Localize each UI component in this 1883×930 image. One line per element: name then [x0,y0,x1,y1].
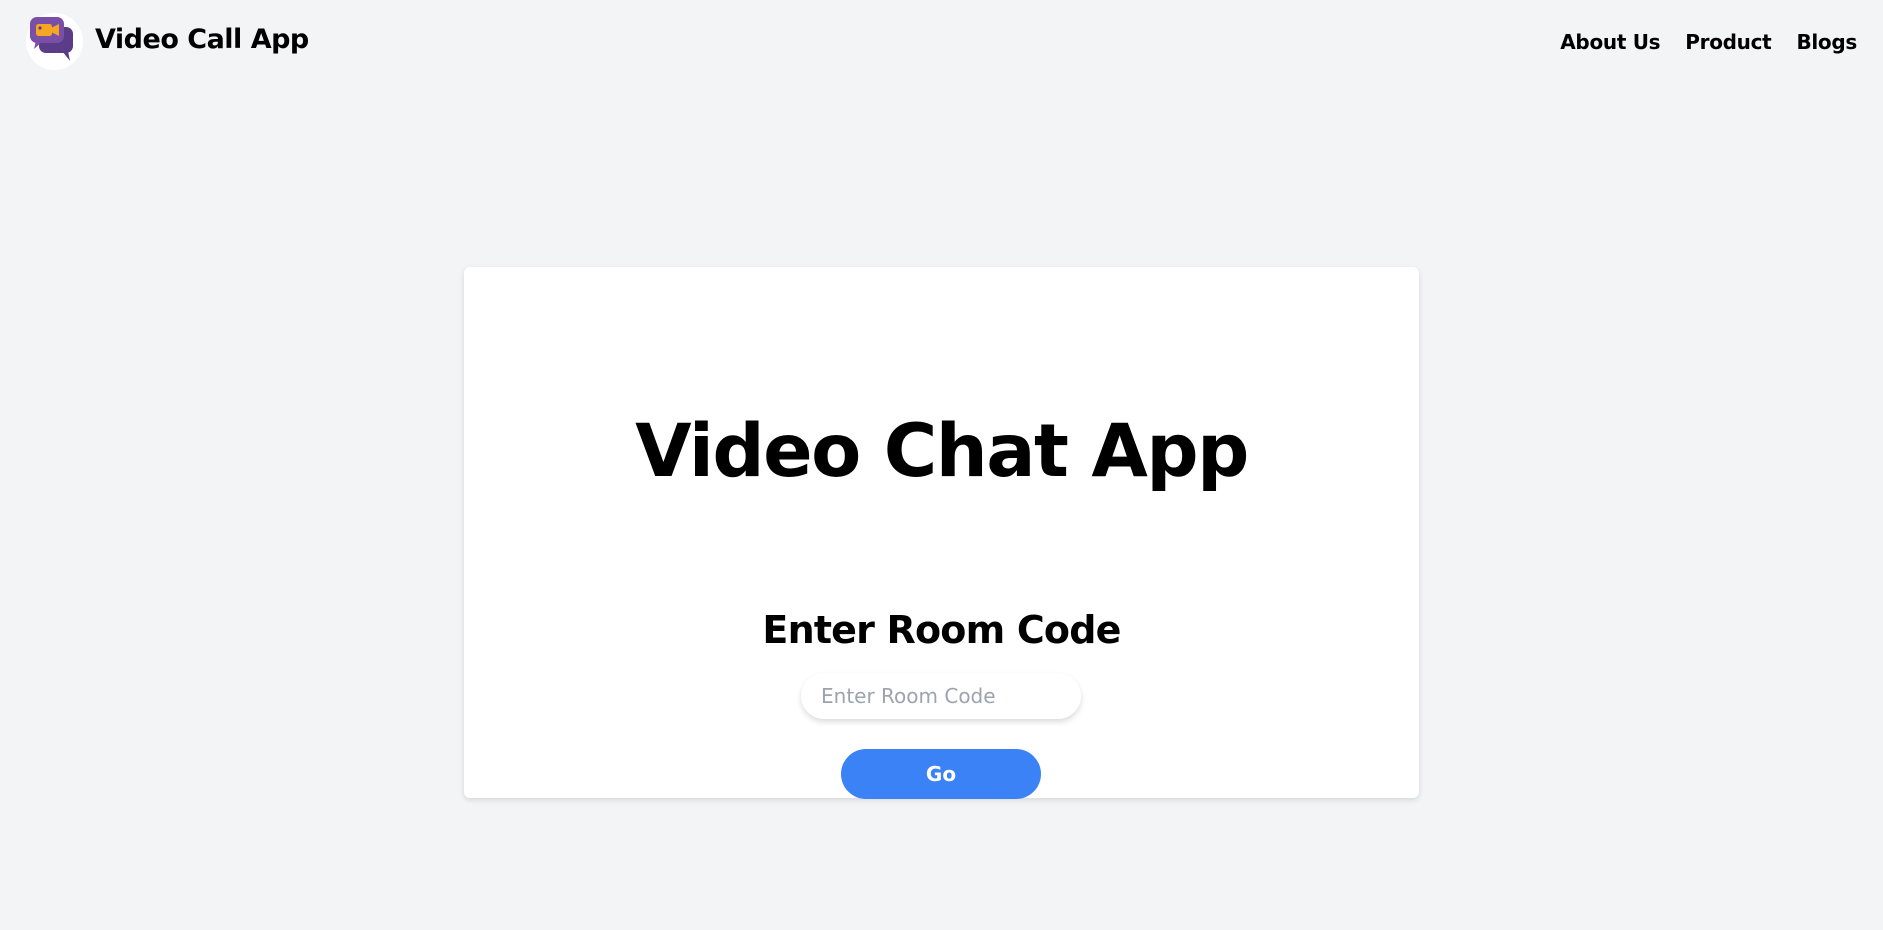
top-header: Video Call App About Us Product Blogs [0,0,1883,84]
app-logo[interactable] [26,13,83,70]
top-nav: About Us Product Blogs [1560,30,1857,54]
room-code-heading: Enter Room Code [762,608,1121,652]
nav-blogs[interactable]: Blogs [1796,30,1857,54]
page-title: Video Chat App [635,409,1249,494]
go-button[interactable]: Go [841,749,1041,799]
nav-about-us[interactable]: About Us [1560,30,1660,54]
app-title[interactable]: Video Call App [95,24,309,55]
room-code-input[interactable] [801,673,1081,719]
nav-product[interactable]: Product [1685,30,1771,54]
video-chat-bubbles-icon [30,17,73,61]
